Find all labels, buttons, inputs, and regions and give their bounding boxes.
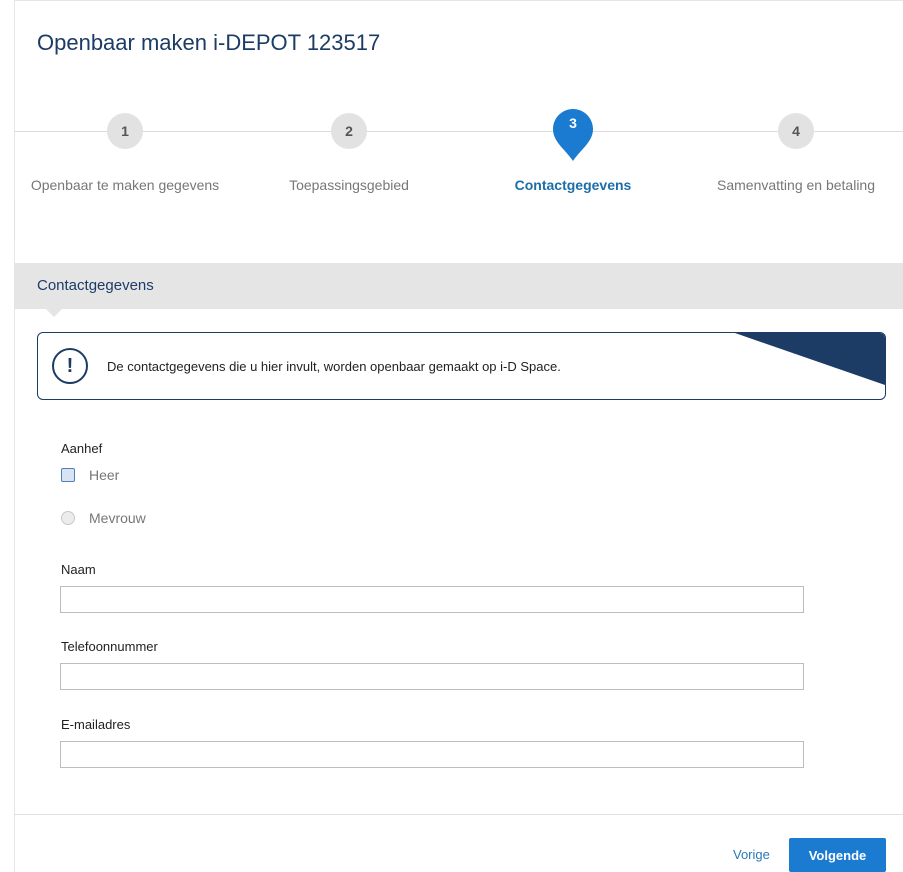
step-2-label[interactable]: Toepassingsgebied [289, 177, 409, 193]
section-notch [46, 309, 62, 317]
next-button[interactable]: Volgende [789, 838, 886, 872]
page-title: Openbaar maken i-DEPOT 123517 [37, 30, 381, 55]
step-3-number: 3 [569, 115, 577, 131]
heer-label[interactable]: Heer [89, 467, 119, 483]
section-title: Contactgegevens [37, 277, 154, 294]
stepper-line [14, 131, 903, 132]
step-4-label[interactable]: Samenvatting en betaling [717, 177, 875, 193]
step-4-circle[interactable]: 4 [778, 113, 814, 149]
info-text: De contactgegevens die u hier invult, wo… [107, 359, 561, 374]
corner-decoration [735, 333, 885, 385]
section-header: Contactgegevens [14, 263, 903, 309]
salutation-label: Aanhef [61, 441, 103, 456]
step-3-label[interactable]: Contactgegevens [515, 177, 632, 193]
name-label: Naam [61, 562, 96, 577]
mevrouw-label[interactable]: Mevrouw [89, 510, 146, 526]
info-banner: ! De contactgegevens die u hier invult, … [37, 332, 886, 400]
footer-divider [14, 814, 903, 815]
step-3-marker[interactable]: 3 [553, 109, 593, 161]
exclamation-icon: ! [52, 348, 88, 384]
phone-input[interactable] [60, 663, 804, 690]
name-input[interactable] [60, 586, 804, 613]
divider [14, 200, 15, 240]
step-1-label[interactable]: Openbaar te maken gegevens [31, 177, 219, 193]
step-2-circle[interactable]: 2 [331, 113, 367, 149]
phone-label: Telefoonnummer [61, 639, 158, 654]
email-label: E-mailadres [61, 717, 131, 732]
previous-button[interactable]: Vorige [733, 847, 770, 862]
step-1-circle[interactable]: 1 [107, 113, 143, 149]
mevrouw-radio[interactable] [61, 511, 75, 525]
email-input[interactable] [60, 741, 804, 768]
heer-checkbox[interactable] [61, 468, 75, 482]
